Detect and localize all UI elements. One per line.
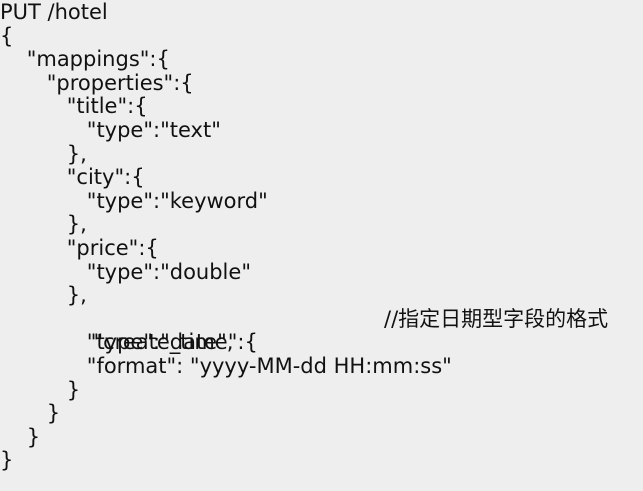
code-text: "type":"keyword": [0, 188, 268, 213]
code-line-close-brace: }: [0, 448, 643, 473]
code-text: "mappings":{: [0, 47, 170, 72]
code-line-price: "price":{: [0, 235, 643, 261]
code-line-properties-close: }: [0, 401, 643, 426]
code-text: "price":{: [0, 235, 159, 260]
code-line-title: "title":{: [0, 95, 643, 119]
code-line-date-type: "type":"date",: [0, 331, 643, 355]
code-text: "title":{: [0, 94, 148, 119]
code-line-title-type: "type":"text": [0, 117, 643, 143]
code-line-create-time-close: }: [0, 377, 643, 403]
code-line-price-close: },: [0, 283, 643, 308]
code-line-date-format: "format": "yyyy-MM-dd HH:mm:ss": [0, 353, 643, 379]
code-text: "properties":{: [0, 70, 194, 95]
code-line-create-time: "create_time":{//指定日期型字段的格式: [0, 306, 643, 354]
code-line-city-close: },: [0, 213, 643, 237]
code-text: },: [0, 212, 87, 237]
code-line-properties: "properties":{: [0, 70, 643, 96]
code-line-city-type: "type":"keyword": [0, 188, 643, 214]
code-view: PUT /hotel { "mappings":{ "properties":{…: [0, 0, 643, 491]
code-text: "city":{: [0, 165, 145, 190]
code-text: },: [0, 283, 87, 308]
code-comment: //指定日期型字段的格式: [384, 306, 609, 331]
code-text: "type":"double": [0, 259, 251, 284]
code-text: }: [0, 401, 61, 426]
code-line-mappings: "mappings":{: [0, 47, 643, 72]
code-text: "format": "yyyy-MM-dd HH:mm:ss": [0, 353, 452, 378]
code-text: "type":"date",: [0, 330, 234, 355]
code-line-mappings-close: }: [0, 424, 643, 450]
code-text: "type":"text": [0, 117, 221, 142]
code-text: {: [0, 23, 14, 48]
code-line-price-type: "type":"double": [0, 259, 643, 285]
code-line-title-close: },: [0, 141, 643, 167]
code-line-request: PUT /hotel: [0, 0, 643, 25]
code-text: }: [0, 448, 14, 473]
code-text: }: [0, 377, 81, 402]
code-text: }: [0, 424, 41, 449]
code-line-open-brace: {: [0, 23, 643, 49]
code-text: },: [0, 141, 87, 166]
code-text: PUT /hotel: [0, 0, 108, 24]
code-line-city: "city":{: [0, 165, 643, 190]
